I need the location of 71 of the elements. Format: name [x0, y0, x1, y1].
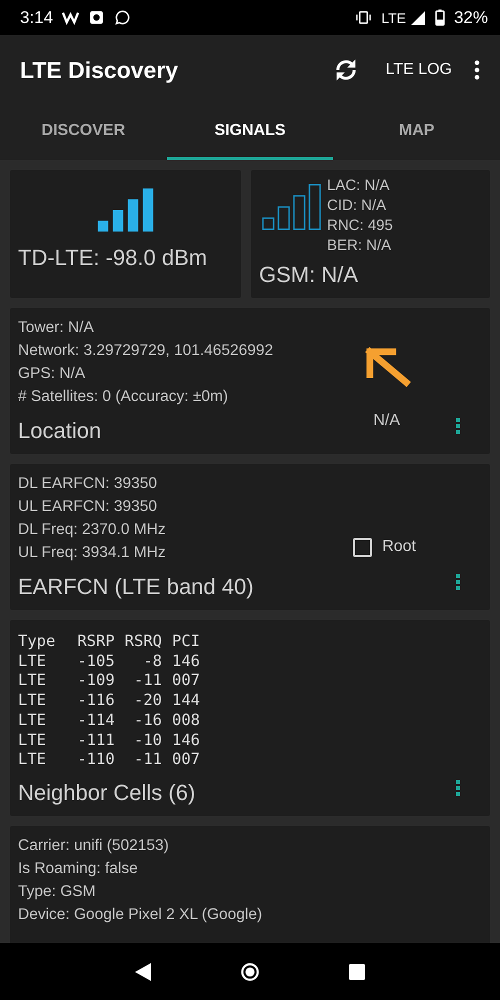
back-icon[interactable]	[133, 962, 154, 982]
earfcn-detail: UL Freq: 3934.1 MHz	[18, 543, 167, 563]
status-time: 3:14	[20, 8, 54, 28]
table-cell: -109	[77, 671, 115, 692]
table-cell: 146	[172, 730, 200, 750]
table-cell-text: LTE	[18, 671, 47, 692]
device-detail: Carrier: unifi (502153)	[18, 836, 170, 856]
tab[interactable]: MAP	[333, 105, 500, 160]
table-cell-text: -11	[132, 671, 162, 692]
table-cell-text: -8	[142, 652, 162, 672]
chat-bubble-icon	[114, 10, 132, 25]
table-cell-text: LTE	[18, 691, 47, 711]
table-cell: -110	[77, 750, 115, 770]
home-icon[interactable]	[240, 962, 260, 982]
table-cell-text: -11	[132, 750, 162, 770]
location-detail: GPS: N/A	[18, 364, 86, 384]
wave-icon	[62, 10, 80, 25]
earfcn-detail: DL EARFCN: 39350	[18, 474, 158, 494]
network-type: LTE	[381, 10, 406, 26]
more-options-icon[interactable]	[474, 60, 480, 80]
vibrate-icon	[355, 10, 372, 25]
device-detail: Is Roaming: false	[18, 858, 139, 879]
earfcn-detail: UL EARFCN: 39350	[18, 497, 158, 517]
earfcn-detail: DL Freq: 2370.0 MHz	[18, 520, 167, 540]
table-cell-text: LTE	[18, 750, 47, 770]
table-cell: -111	[77, 730, 115, 750]
location-detail: # Satellites: 0 (Accuracy: ±0m)	[18, 387, 230, 407]
table-cell: -105	[77, 652, 115, 672]
table-cell-text: LTE	[18, 652, 47, 672]
table-cell-text: LTE	[18, 710, 47, 731]
location-detail: Tower: N/A	[18, 318, 95, 338]
gsm-detail: CID: N/A	[327, 196, 388, 216]
column-header: PCI	[172, 632, 200, 652]
card-title: Location	[18, 418, 102, 444]
table-cell-text: -20	[132, 691, 162, 711]
column-header: RSRP	[77, 632, 115, 652]
signal-icon	[408, 10, 426, 25]
gsm-detail: LAC: N/A	[327, 176, 391, 196]
column-header: RSRQ	[124, 632, 162, 652]
gsm-reading: GSM: N/A	[259, 262, 358, 288]
tab[interactable]: SIGNALS	[166, 105, 334, 160]
table-cell-text: -10	[132, 730, 162, 750]
lte-log-button[interactable]: LTE LOG	[382, 57, 456, 83]
card-title: EARFCN (LTE band 40)	[18, 574, 254, 600]
camera-icon	[88, 10, 106, 25]
recents-icon[interactable]	[346, 962, 367, 982]
direction-arrow-icon	[364, 346, 412, 390]
battery-percent: 32%	[454, 8, 488, 28]
app-title: LTE Discovery	[20, 56, 178, 84]
table-cell: 146	[172, 652, 200, 672]
table-cell-text: LTE	[18, 730, 47, 750]
battery-icon	[434, 9, 445, 26]
gsm-detail: BER: N/A	[327, 236, 392, 256]
lte-reading: TD-LTE: -98.0 dBm	[17, 245, 208, 271]
root-checkbox[interactable]: Root	[353, 538, 416, 556]
table-cell-text: -16	[132, 710, 162, 731]
table-cell: 007	[172, 750, 200, 770]
bearing-value: N/A	[373, 412, 400, 430]
device-detail: Type: GSM	[18, 882, 97, 902]
device-detail: Device: Google Pixel 2 XL (Google)	[18, 904, 262, 925]
table-cell: 007	[172, 671, 200, 692]
table-cell: 144	[172, 691, 200, 711]
location-detail: Network: 3.29729729, 101.46526992	[18, 341, 274, 361]
table-cell: 008	[172, 710, 200, 731]
empty-signal-icon	[261, 182, 323, 232]
table-cell: -116	[77, 691, 115, 711]
table-cell: -114	[77, 710, 115, 731]
column-header: Type	[18, 632, 56, 652]
card-title: Neighbor Cells (6)	[18, 780, 196, 806]
gsm-detail: RNC: 495	[327, 216, 393, 236]
tab[interactable]: DISCOVER	[0, 105, 167, 160]
